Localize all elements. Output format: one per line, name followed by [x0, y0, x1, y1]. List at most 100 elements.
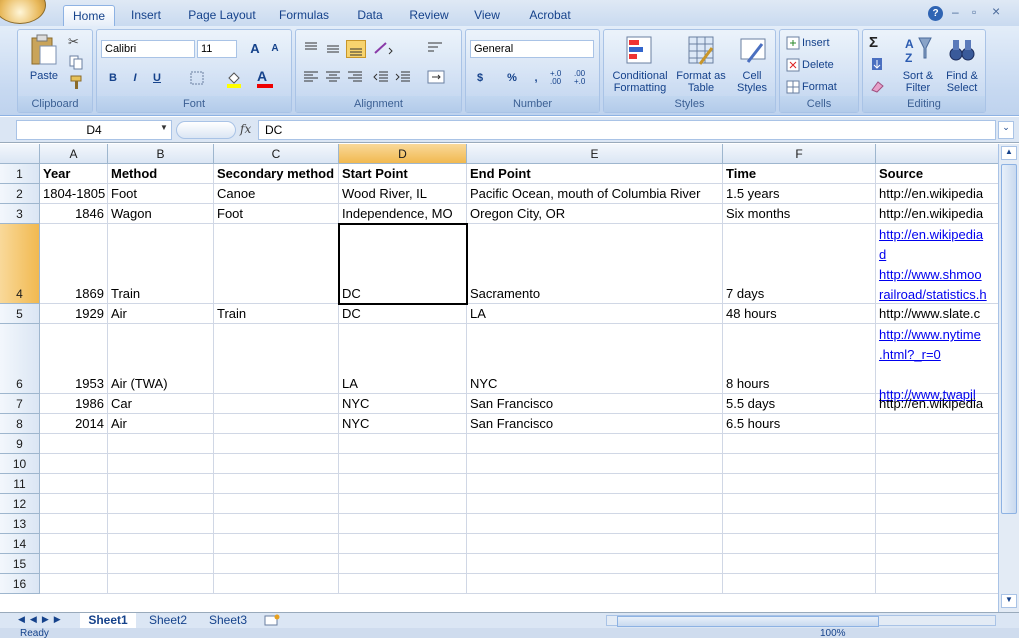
row-header[interactable]: 4 — [0, 224, 40, 304]
cell[interactable]: Wood River, IL — [339, 184, 467, 204]
align-center-icon[interactable] — [324, 69, 344, 87]
cell[interactable] — [108, 474, 214, 494]
column-header[interactable]: D — [339, 144, 467, 164]
cell[interactable] — [108, 554, 214, 574]
cell[interactable] — [40, 514, 108, 534]
cell[interactable] — [339, 514, 467, 534]
scroll-up-icon[interactable]: ▲ — [1001, 146, 1017, 160]
tab-review[interactable]: Review — [403, 5, 455, 26]
increase-indent-icon[interactable] — [394, 69, 414, 87]
wrap-text-icon[interactable] — [426, 40, 446, 58]
cell[interactable]: 5.5 days — [723, 394, 876, 414]
autosum-icon[interactable]: Σ — [869, 34, 887, 52]
cell[interactable] — [723, 494, 876, 514]
cell[interactable]: 1804-1805 — [40, 184, 108, 204]
cell[interactable] — [876, 574, 998, 594]
conditional-formatting-icon[interactable] — [624, 34, 654, 68]
cell[interactable]: Canoe — [214, 184, 339, 204]
vertical-scrollbar[interactable]: ▲ ▼ — [998, 144, 1019, 612]
cell[interactable]: 1869 — [40, 224, 108, 304]
cell[interactable] — [214, 454, 339, 474]
conditional-formatting-button[interactable]: Conditional Formatting — [606, 70, 674, 94]
cell[interactable] — [723, 554, 876, 574]
office-button[interactable] — [0, 0, 46, 24]
align-top-icon[interactable] — [302, 40, 322, 58]
cell[interactable] — [723, 514, 876, 534]
cell-styles-button[interactable]: Cell Styles — [730, 70, 774, 94]
cell[interactable] — [108, 514, 214, 534]
cell[interactable]: Sacramento — [467, 224, 723, 304]
close-button[interactable]: × — [992, 3, 1006, 19]
paste-icon[interactable] — [28, 34, 58, 66]
cell[interactable] — [467, 454, 723, 474]
format-as-table-icon[interactable] — [686, 34, 716, 68]
tab-insert[interactable]: Insert — [122, 5, 170, 26]
sheet-nav-icons[interactable]: ◀◀▶▶ — [18, 614, 78, 625]
cell[interactable] — [108, 434, 214, 454]
cell[interactable]: LA — [339, 324, 467, 394]
currency-button[interactable]: $ — [470, 69, 490, 87]
source-link[interactable]: http://www.nytime — [879, 325, 981, 344]
cell[interactable] — [723, 454, 876, 474]
cell[interactable] — [40, 494, 108, 514]
cell-styles-icon[interactable] — [738, 34, 768, 68]
row-header[interactable]: 13 — [0, 514, 40, 534]
cell[interactable] — [108, 494, 214, 514]
column-header[interactable]: C — [214, 144, 339, 164]
cell[interactable]: San Francisco — [467, 414, 723, 434]
cell[interactable] — [108, 574, 214, 594]
cell[interactable] — [467, 574, 723, 594]
cell[interactable]: San Francisco — [467, 394, 723, 414]
cell[interactable] — [467, 514, 723, 534]
increase-decimal-button[interactable]: +.0 .00 — [550, 70, 572, 88]
row-header[interactable]: 6 — [0, 324, 40, 394]
source-link[interactable]: .html?_r=0 — [879, 345, 941, 364]
cell[interactable] — [214, 494, 339, 514]
cell[interactable]: 48 hours — [723, 304, 876, 324]
cell[interactable] — [467, 534, 723, 554]
cell[interactable]: Year — [40, 164, 108, 184]
cell[interactable]: 6.5 hours — [723, 414, 876, 434]
tab-home[interactable]: Home — [63, 5, 115, 26]
cell[interactable]: Start Point — [339, 164, 467, 184]
cell[interactable] — [876, 454, 998, 474]
cell[interactable]: Foot — [108, 184, 214, 204]
cell[interactable]: Air — [108, 414, 214, 434]
tab-page-layout[interactable]: Page Layout — [182, 5, 262, 26]
cell[interactable] — [40, 454, 108, 474]
row-header[interactable]: 11 — [0, 474, 40, 494]
cell[interactable] — [876, 474, 998, 494]
cell[interactable]: Secondary method — [214, 164, 339, 184]
find-select-button[interactable]: Find & Select — [939, 70, 985, 94]
cell[interactable]: End Point — [467, 164, 723, 184]
font-size-box[interactable]: 11 — [197, 40, 237, 58]
row-header[interactable]: 7 — [0, 394, 40, 414]
minimize-button[interactable]: – — [952, 5, 966, 19]
cell[interactable] — [467, 474, 723, 494]
column-header[interactable]: A — [40, 144, 108, 164]
format-painter-icon[interactable] — [68, 74, 86, 90]
percent-button[interactable]: % — [502, 69, 522, 87]
cell[interactable]: Air — [108, 304, 214, 324]
clear-icon[interactable] — [869, 78, 887, 94]
help-icon[interactable]: ? — [928, 6, 943, 21]
shrink-font-button[interactable]: A — [265, 40, 285, 58]
cell[interactable]: 1846 — [40, 204, 108, 224]
borders-icon[interactable] — [189, 70, 207, 86]
cell[interactable]: http://en.wikipedia — [876, 204, 998, 224]
insert-sheet-icon[interactable] — [262, 614, 282, 627]
cell[interactable] — [723, 534, 876, 554]
tab-data[interactable]: Data — [348, 5, 392, 26]
delete-cells-button[interactable]: Delete — [802, 59, 852, 71]
row-header[interactable]: 2 — [0, 184, 40, 204]
cell[interactable] — [40, 574, 108, 594]
formula-input[interactable]: DC — [258, 120, 996, 140]
cell[interactable] — [214, 574, 339, 594]
cell[interactable] — [467, 554, 723, 574]
scroll-down-icon[interactable]: ▼ — [1001, 594, 1017, 608]
cell[interactable] — [876, 534, 998, 554]
font-color-button[interactable]: A — [257, 68, 275, 88]
cell[interactable]: 1.5 years — [723, 184, 876, 204]
align-right-icon[interactable] — [346, 69, 366, 87]
restore-button[interactable]: ▫ — [972, 5, 986, 19]
